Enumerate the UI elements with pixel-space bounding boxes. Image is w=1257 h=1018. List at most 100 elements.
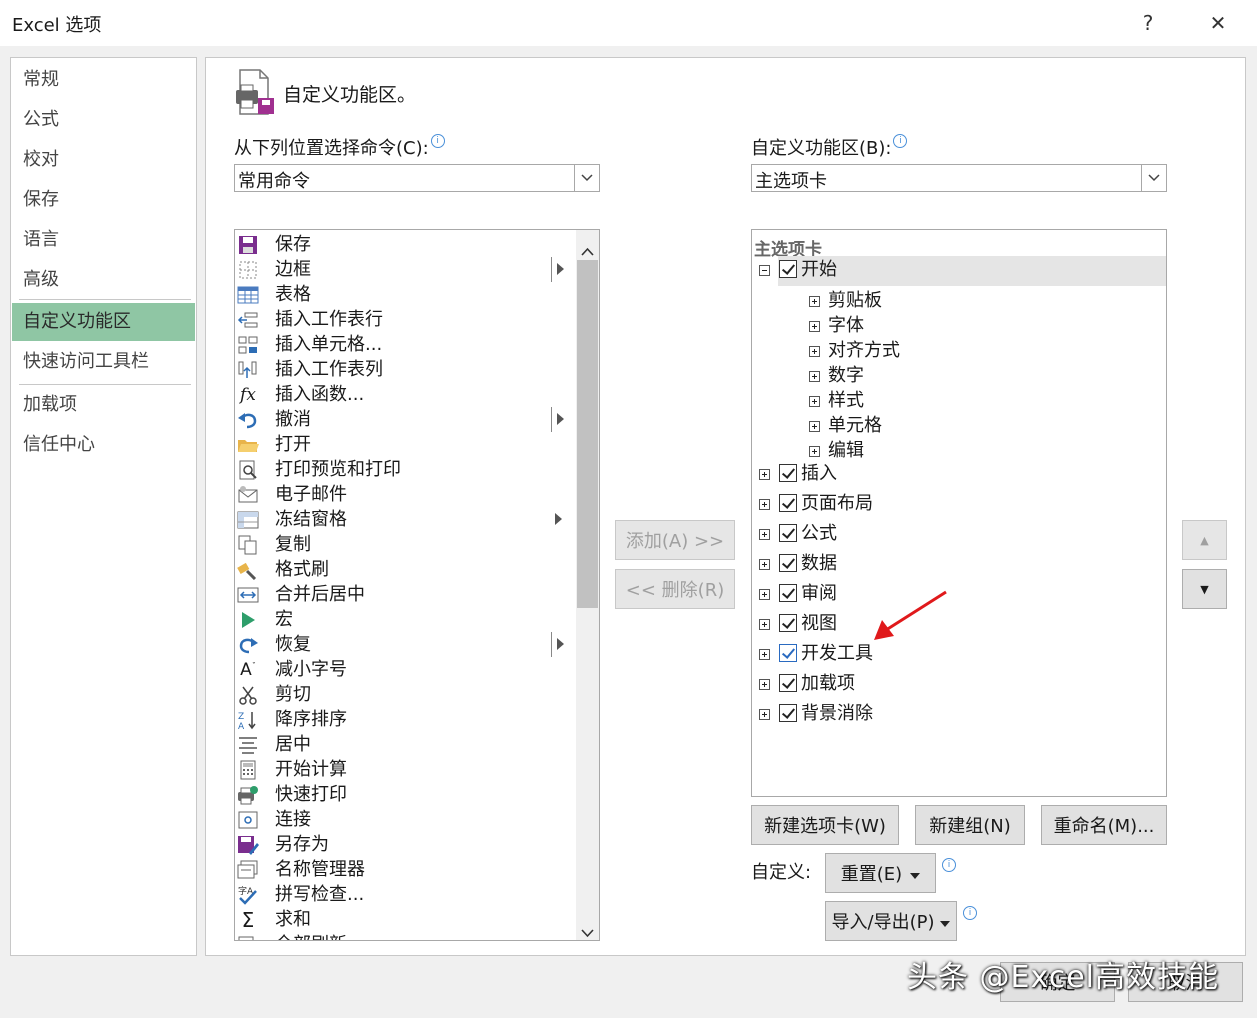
expand-icon[interactable] [759, 589, 770, 600]
expand-icon[interactable] [759, 529, 770, 540]
command-item[interactable]: 宏 [235, 607, 575, 632]
command-item[interactable]: 全部刷新 [235, 932, 575, 940]
nav-item-5[interactable]: 高级 [12, 261, 195, 299]
tree-node[interactable]: 背景消除 [752, 702, 1162, 730]
reset-button[interactable]: 重置(E) [825, 853, 936, 893]
tab-checkbox[interactable] [779, 584, 797, 602]
tree-node[interactable]: 页面布局 [752, 492, 1162, 520]
command-item[interactable]: 边框 [235, 257, 575, 282]
ribbon-type-select[interactable]: 主选项卡 [751, 164, 1167, 192]
command-item[interactable]: 连接 [235, 807, 575, 832]
expand-icon[interactable] [759, 559, 770, 570]
tree-node[interactable]: 对齐方式 [752, 339, 1162, 367]
expand-icon[interactable] [809, 371, 820, 382]
info-icon[interactable]: i [893, 134, 908, 148]
command-item[interactable]: 插入工作表行 [235, 307, 575, 332]
import-export-button[interactable]: 导入/导出(P) [825, 901, 957, 941]
command-item[interactable]: 快速打印 [235, 782, 575, 807]
command-item[interactable]: 插入工作表列 [235, 357, 575, 382]
tree-node[interactable]: 剪贴板 [752, 289, 1162, 317]
expand-icon[interactable] [809, 446, 820, 457]
chevron-down-icon[interactable] [574, 165, 599, 191]
tree-node[interactable]: 单元格 [752, 414, 1162, 442]
expand-icon[interactable] [759, 619, 770, 630]
info-icon[interactable]: i [963, 906, 977, 920]
nav-item-3[interactable]: 保存 [12, 181, 195, 219]
expand-icon[interactable] [809, 321, 820, 332]
tree-node[interactable]: 字体 [752, 314, 1162, 342]
scroll-thumb[interactable] [577, 260, 598, 608]
command-item[interactable]: 保存 [235, 232, 575, 257]
info-icon[interactable]: i [430, 134, 445, 148]
command-item[interactable]: 恢复 [235, 632, 575, 657]
expand-icon[interactable] [759, 709, 770, 720]
command-item[interactable]: 撤消 [235, 407, 575, 432]
command-item[interactable]: 打印预览和打印 [235, 457, 575, 482]
command-item[interactable]: Σ 求和 [235, 907, 575, 932]
command-item[interactable]: 开始计算 [235, 757, 575, 782]
tab-checkbox[interactable] [779, 494, 797, 512]
command-item[interactable]: 合并后居中 [235, 582, 575, 607]
command-item[interactable]: 复制 [235, 532, 575, 557]
rename-button[interactable]: 重命名(M)... [1041, 805, 1167, 845]
move-down-button[interactable]: ▼ [1182, 569, 1227, 609]
commands-scrollbar[interactable] [576, 230, 599, 940]
nav-item-1[interactable]: 公式 [12, 101, 195, 139]
tab-checkbox[interactable] [779, 260, 797, 278]
tab-checkbox[interactable] [779, 674, 797, 692]
nav-item-4[interactable]: 语言 [12, 221, 195, 259]
command-item[interactable]: 格式刷 [235, 557, 575, 582]
command-item[interactable]: 表格 [235, 282, 575, 307]
tree-node[interactable]: 公式 [752, 522, 1162, 550]
command-item[interactable]: 名称管理器 [235, 857, 575, 882]
new-group-button[interactable]: 新建组(N) [915, 805, 1025, 845]
expand-icon[interactable] [809, 421, 820, 432]
tree-node[interactable]: 数字 [752, 364, 1162, 392]
tab-checkbox[interactable] [779, 464, 797, 482]
command-source-select[interactable]: 常用命令 [234, 164, 600, 192]
add-button[interactable]: 添加(A) >> [615, 520, 735, 560]
nav-item-2[interactable]: 校对 [12, 141, 195, 179]
expand-icon[interactable] [809, 396, 820, 407]
info-icon[interactable]: i [942, 858, 956, 872]
collapse-icon[interactable] [759, 265, 770, 276]
expand-icon[interactable] [759, 469, 770, 480]
tab-checkbox[interactable] [779, 614, 797, 632]
expand-icon[interactable] [809, 296, 820, 307]
tree-node[interactable]: 插入 [752, 462, 1162, 490]
command-item[interactable]: 字A 拼写检查... [235, 882, 575, 907]
expand-icon[interactable] [759, 649, 770, 660]
command-item[interactable]: 打开 [235, 432, 575, 457]
nav-item-6[interactable]: 自定义功能区 [12, 303, 195, 341]
tree-node[interactable]: 样式 [752, 389, 1162, 417]
nav-item-0[interactable]: 常规 [12, 61, 195, 99]
tab-checkbox[interactable] [779, 554, 797, 572]
expand-icon[interactable] [809, 346, 820, 357]
command-item[interactable]: fx 插入函数... [235, 382, 575, 407]
scroll-down-icon[interactable] [581, 922, 594, 940]
expand-icon[interactable] [759, 499, 770, 510]
nav-item-7[interactable]: 快速访问工具栏 [12, 343, 195, 381]
move-up-button[interactable]: ▲ [1182, 520, 1227, 560]
tree-node[interactable]: 数据 [752, 552, 1162, 580]
command-item[interactable]: 插入单元格... [235, 332, 575, 357]
tab-checkbox[interactable] [779, 524, 797, 542]
tree-node[interactable]: 开始 [752, 258, 1162, 286]
chevron-down-icon[interactable] [1141, 165, 1166, 191]
expand-icon[interactable] [759, 679, 770, 690]
commands-list[interactable]: 保存 边框 表格 插入工作表行 插入单元格... 插入工作表列 fx 插入函数... 撤消 打开打… [234, 229, 600, 941]
scroll-up-icon[interactable] [581, 240, 594, 261]
nav-item-9[interactable]: 信任中心 [12, 426, 195, 464]
command-item[interactable]: 剪切 [235, 682, 575, 707]
command-item[interactable]: Aˇ 减小字号 [235, 657, 575, 682]
command-item[interactable]: 电子邮件 [235, 482, 575, 507]
tab-checkbox[interactable] [779, 704, 797, 722]
command-item[interactable]: 冻结窗格 [235, 507, 575, 532]
tab-checkbox[interactable] [779, 644, 797, 662]
command-item[interactable]: 另存为 [235, 832, 575, 857]
ribbon-tree[interactable]: 主选项卡 开始 剪贴板 字体 对齐方式 数字 样式 单元格 编辑 插入 页面布局 公式 数据 审阅 视图开… [751, 229, 1167, 797]
new-tab-button[interactable]: 新建选项卡(W) [751, 805, 899, 845]
help-button[interactable]: ? [1128, 6, 1168, 40]
tree-node[interactable]: 加载项 [752, 672, 1162, 700]
remove-button[interactable]: << 删除(R) [615, 569, 735, 609]
